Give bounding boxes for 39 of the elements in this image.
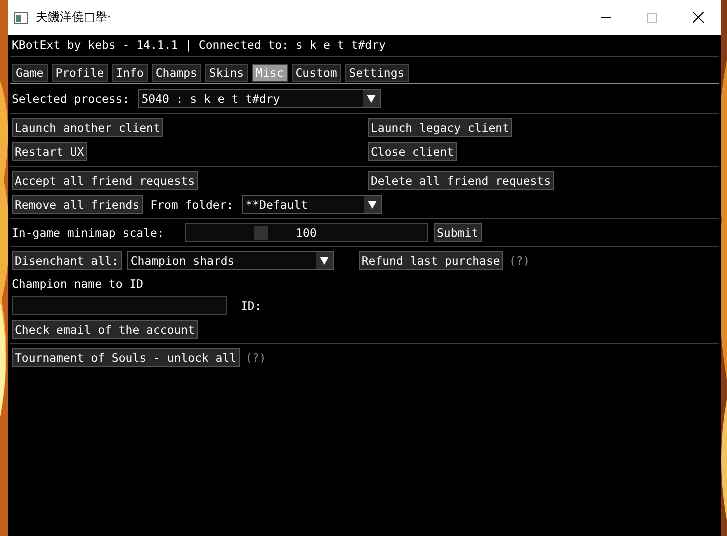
scale-slider[interactable]: 100 <box>185 223 428 242</box>
unlock-button[interactable]: Tournament of Souls - unlock all <box>12 348 240 367</box>
field-label: From folder: <box>150 198 234 212</box>
accept-button[interactable]: Accept all friend requests <box>12 171 198 190</box>
process-dropdown[interactable]: 5040 : s k e t t#dry <box>138 89 381 108</box>
action-button[interactable]: Close client <box>368 142 458 161</box>
action-button[interactable]: Restart UX <box>12 142 88 161</box>
disenchant-button[interactable]: Disenchant all: <box>12 251 122 270</box>
tab[interactable]: Game <box>12 64 48 82</box>
action-button[interactable]: Launch another client <box>12 118 164 137</box>
section-label: Champion name to ID <box>12 276 144 290</box>
field-label: In-game minimap scale: <box>12 226 166 240</box>
tab[interactable]: Profile <box>52 64 108 82</box>
remove-button[interactable]: Remove all friends <box>12 195 143 214</box>
slider-value: 100 <box>296 226 317 240</box>
app-icon <box>14 12 28 24</box>
slider-thumb[interactable] <box>254 226 268 240</box>
refund-button[interactable]: Refund last purchase <box>358 251 504 270</box>
tab[interactable]: Info <box>112 64 148 82</box>
delete-button[interactable]: Delete all friend requests <box>368 171 554 190</box>
tab[interactable]: Champs <box>152 64 202 82</box>
tab[interactable]: Custom <box>292 64 342 82</box>
folder-dropdown[interactable]: **Default <box>242 195 382 214</box>
help-text[interactable]: (?) <box>246 350 266 364</box>
window-title: 夫饑洋僥□擧· <box>36 9 112 26</box>
submit-button[interactable]: Submit <box>434 223 482 242</box>
help-text[interactable]: (?) <box>509 254 530 268</box>
tab[interactable]: Skins <box>205 64 248 82</box>
dropdown-arrow-icon[interactable] <box>368 200 377 208</box>
status-text: KBotExt by kebs - 14.1.1 | Connected to: s k e t t#dry <box>12 38 386 52</box>
dropdown-arrow-icon[interactable] <box>320 256 329 264</box>
dropdown-arrow-icon[interactable] <box>366 94 376 102</box>
id-label: ID: <box>241 298 262 312</box>
tab[interactable]: Settings <box>345 64 409 82</box>
disenchant-dropdown[interactable]: Champion shards <box>126 251 334 270</box>
check-email-button[interactable]: Check email of the account <box>12 320 198 339</box>
champion-name-field[interactable] <box>12 296 227 315</box>
action-button[interactable]: Launch legacy client <box>368 118 512 137</box>
field-label: Selected process: <box>12 92 130 106</box>
